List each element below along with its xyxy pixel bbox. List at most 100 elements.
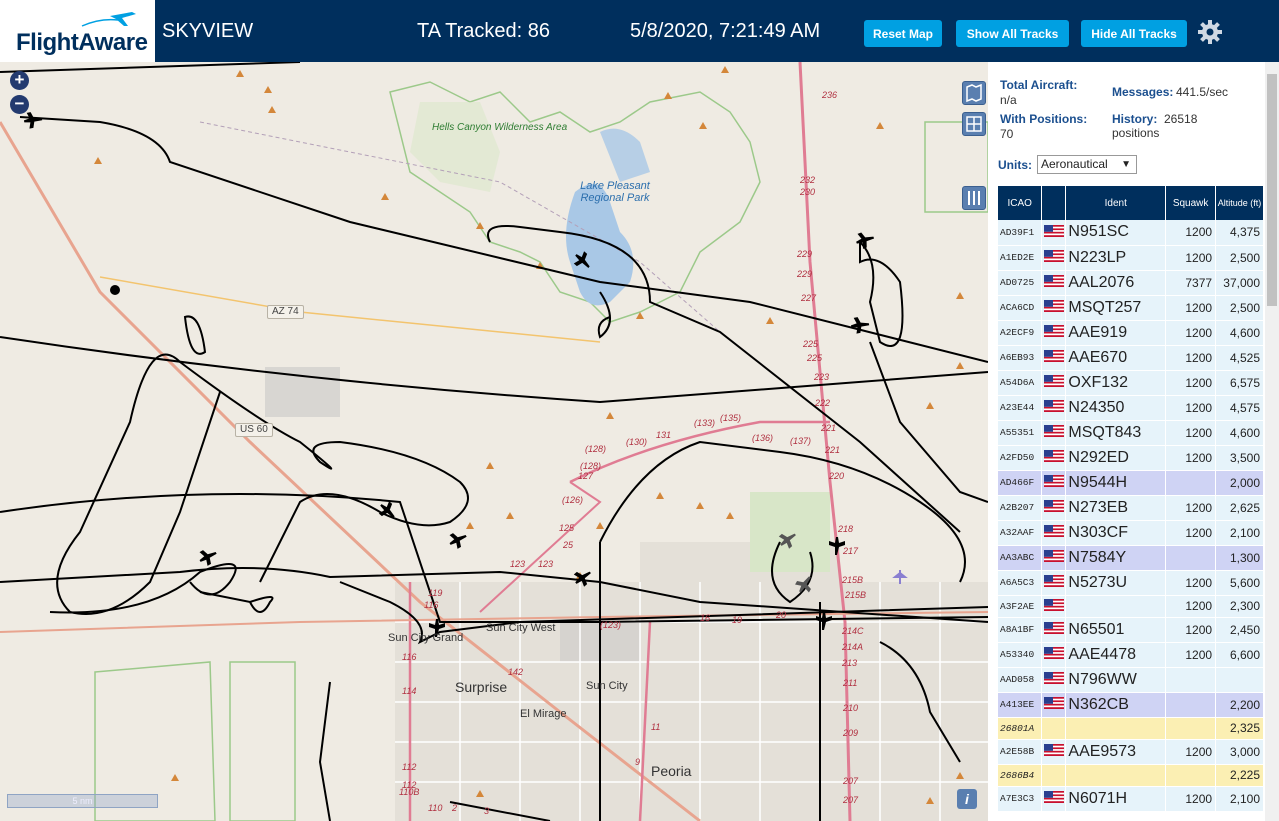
- with-positions-value: 70: [1000, 127, 1014, 141]
- row-icao: A8A1BF: [998, 617, 1043, 643]
- route-label: 225: [807, 353, 823, 363]
- label-surprise: Surprise: [455, 679, 508, 695]
- aircraft-row[interactable]: A7E3C3 N6071H 1200 2,100: [998, 786, 1264, 812]
- aircraft-row[interactable]: A2B207 N273EB 1200 2,625: [998, 495, 1264, 521]
- us-flag-icon: [1043, 325, 1064, 337]
- columns-icon[interactable]: [962, 186, 986, 210]
- zoom-out-button[interactable]: −: [10, 95, 29, 114]
- panel-scrollbar[interactable]: [1265, 62, 1279, 821]
- aircraft-row[interactable]: A2E58B AAE9573 1200 3,000: [998, 739, 1264, 765]
- row-squawk: 1200: [1165, 570, 1217, 596]
- us-flag-icon: [1043, 350, 1064, 362]
- row-squawk: [1165, 470, 1217, 496]
- units-select[interactable]: Aeronautical ▼: [1037, 155, 1137, 174]
- map-view[interactable]: Hells Canyon Wilderness Area Lake Pleasa…: [0, 62, 988, 821]
- map-base-layer: [0, 62, 988, 821]
- scroll-thumb[interactable]: [1267, 74, 1277, 306]
- row-icao: 26801A: [998, 717, 1043, 740]
- route-label: 112: [402, 762, 417, 772]
- zoom-in-button[interactable]: +: [10, 71, 29, 90]
- row-flag: [1041, 495, 1067, 521]
- aircraft-row[interactable]: AD466F N9544H 2,000: [998, 470, 1264, 496]
- row-ident: N796WW: [1065, 667, 1167, 693]
- flightaware-logo[interactable]: FlightAware: [0, 0, 155, 62]
- row-altitude: 1,300: [1215, 545, 1264, 571]
- row-icao: A7E3C3: [998, 786, 1043, 812]
- row-icao: AAD058: [998, 667, 1043, 693]
- aircraft-row[interactable]: A32AAF N303CF 1200 2,100: [998, 520, 1264, 546]
- label-lake-pleasant: Lake Pleasant Regional Park: [580, 180, 650, 204]
- show-all-tracks-button[interactable]: Show All Tracks: [956, 20, 1069, 47]
- aircraft-row[interactable]: A6EB93 AAE670 1200 4,525: [998, 345, 1264, 371]
- route-label: 207: [843, 795, 859, 805]
- row-flag: [1041, 739, 1067, 765]
- route-label: 110B: [399, 787, 420, 797]
- gear-icon[interactable]: [1197, 19, 1223, 45]
- route-label: 232: [800, 175, 816, 185]
- aircraft-row[interactable]: A1ED2E N223LP 1200 2,500: [998, 245, 1264, 271]
- aircraft-row[interactable]: A53340 AAE4478 1200 6,600: [998, 642, 1264, 668]
- aircraft-row[interactable]: A54D6A OXF132 1200 6,575: [998, 370, 1264, 396]
- aircraft-row[interactable]: A23E44 N24350 1200 4,575: [998, 395, 1264, 421]
- aircraft-row[interactable]: AD39F1 N951SC 1200 4,375: [998, 220, 1264, 246]
- map-layer-icon[interactable]: [962, 81, 986, 105]
- us-flag-icon: [1043, 475, 1064, 487]
- messages-value: 441.5/sec: [1176, 85, 1229, 99]
- aircraft-row[interactable]: A2ECF9 AAE919 1200 4,600: [998, 320, 1264, 346]
- col-flag[interactable]: [1041, 186, 1067, 220]
- aircraft-row[interactable]: A3F2AE 1200 2,300: [998, 595, 1264, 618]
- route-label: 227: [801, 293, 817, 303]
- route-label: 222: [815, 398, 831, 408]
- route-label: 11: [651, 722, 661, 732]
- aircraft-row[interactable]: AAD058 N796WW: [998, 667, 1264, 693]
- aircraft-row[interactable]: ACA6CD MSQT257 1200 2,500: [998, 295, 1264, 321]
- us-flag-icon: [1043, 791, 1064, 803]
- us-flag-icon: [1043, 550, 1064, 562]
- row-ident: N273EB: [1065, 495, 1167, 521]
- hide-all-tracks-button[interactable]: Hide All Tracks: [1081, 20, 1187, 47]
- col-squawk[interactable]: Squawk: [1165, 186, 1217, 220]
- row-flag: [1041, 617, 1067, 643]
- row-altitude: 6,575: [1215, 370, 1264, 396]
- aircraft-row[interactable]: 2686B4 2,225: [998, 764, 1264, 787]
- aircraft-row[interactable]: A8A1BF N65501 1200 2,450: [998, 617, 1264, 643]
- us-flag-icon: [1043, 672, 1064, 684]
- route-label: 215B: [845, 590, 867, 600]
- row-ident: N65501: [1065, 617, 1167, 643]
- aircraft-row[interactable]: A55351 MSQT843 1200 4,600: [998, 420, 1264, 446]
- info-button[interactable]: i: [957, 789, 977, 809]
- aircraft-row[interactable]: A6A5C3 N5273U 1200 5,600: [998, 570, 1264, 596]
- row-altitude: 2,225: [1215, 764, 1264, 787]
- aircraft-row[interactable]: AA3ABC N7584Y 1,300: [998, 545, 1264, 571]
- route-label: (130): [626, 437, 648, 447]
- route-label: 221: [821, 423, 837, 433]
- grid-icon[interactable]: [962, 112, 986, 136]
- row-ident: N362CB: [1065, 692, 1167, 718]
- aircraft-row[interactable]: 26801A 2,325: [998, 717, 1264, 740]
- row-flag: [1041, 545, 1067, 571]
- reset-map-button[interactable]: Reset Map: [864, 20, 942, 47]
- us-flag-icon: [1043, 525, 1064, 537]
- route-label: 125: [559, 523, 575, 533]
- col-altitude[interactable]: Altitude (ft): [1215, 186, 1264, 220]
- row-ident: OXF132: [1065, 370, 1167, 396]
- route-label: 3: [484, 806, 490, 816]
- us-flag-icon: [1043, 275, 1064, 287]
- row-altitude: 2,100: [1215, 786, 1264, 812]
- row-icao: ACA6CD: [998, 295, 1043, 321]
- route-label: 236: [822, 90, 838, 100]
- row-ident: AAE4478: [1065, 642, 1167, 668]
- us-flag-icon: [1043, 647, 1064, 659]
- route-label: 114: [402, 686, 417, 696]
- aircraft-row[interactable]: AD0725 AAL2076 7377 37,000: [998, 270, 1264, 296]
- row-ident: N292ED: [1065, 445, 1167, 471]
- aircraft-row[interactable]: A413EE N362CB 2,200: [998, 692, 1264, 718]
- row-altitude: [1215, 667, 1264, 693]
- col-icao[interactable]: ICAO: [998, 186, 1043, 220]
- logo-text: FlightAware: [16, 29, 148, 56]
- col-ident[interactable]: Ident: [1065, 186, 1167, 220]
- route-label: (128): [585, 444, 607, 454]
- row-flag: [1041, 320, 1067, 346]
- aircraft-row[interactable]: A2FD50 N292ED 1200 3,500: [998, 445, 1264, 471]
- row-flag: [1041, 295, 1067, 321]
